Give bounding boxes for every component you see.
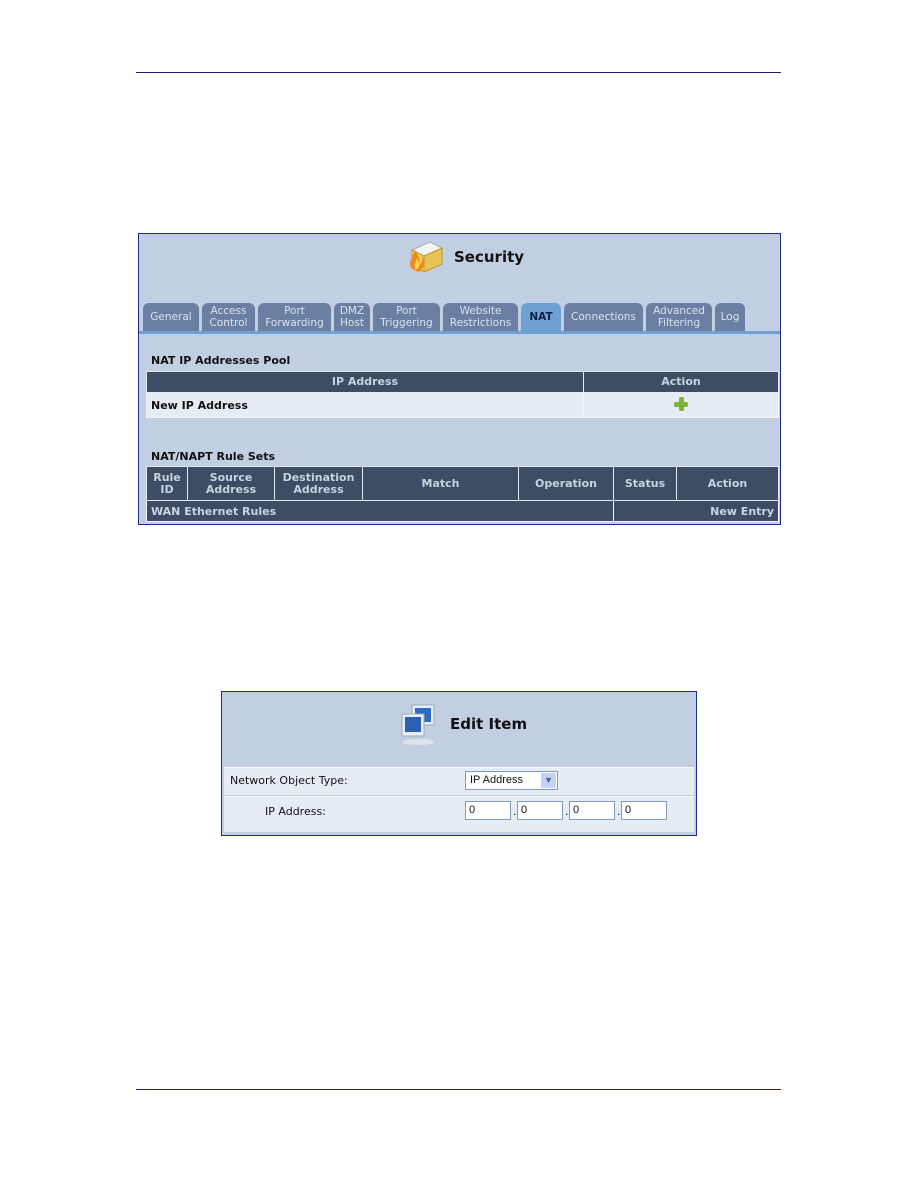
tab-general[interactable]: General [143,303,199,331]
network-object-type-label: Network Object Type: [230,774,348,787]
table-row: New IP Address [146,392,779,418]
chevron-down-icon[interactable]: ▼ [541,773,556,788]
ip-octet-2-input[interactable]: 0 [517,801,563,820]
plus-icon[interactable] [674,396,688,411]
tab-port-forwarding[interactable]: Port Forwarding [258,303,331,331]
col-source-address: Source Address [187,466,275,501]
security-title: Security [406,238,524,276]
col-action: Action [676,466,779,501]
edit-item-title-text: Edit Item [450,715,528,733]
ip-address-label: IP Address: [265,805,326,818]
network-object-type-select[interactable]: IP Address ▼ [465,771,558,790]
edit-item-title: Edit Item [398,702,527,746]
wan-ethernet-rules-row: WAN Ethernet Rules New Entry [146,500,779,522]
network-computers-icon [398,702,442,746]
tab-dmz-host[interactable]: DMZ Host [334,303,370,331]
col-operation: Operation [518,466,614,501]
col-action: Action [583,371,779,393]
ip-address-row: IP Address: 0 . 0 . 0 . 0 [224,796,694,832]
pool-table: IP Address Action New IP Address [146,371,779,418]
pool-section-title: NAT IP Addresses Pool [151,354,291,367]
tab-bar: General Access Control Port Forwarding D… [143,303,745,331]
tab-access-control[interactable]: Access Control [202,303,255,331]
tab-nat[interactable]: NAT [521,303,561,331]
new-ip-address-label: New IP Address [146,392,584,418]
wan-ethernet-rules-label: WAN Ethernet Rules [146,500,614,522]
ip-separator: . [513,805,517,818]
ip-separator: . [617,805,621,818]
new-entry-link[interactable]: New Entry [613,500,779,522]
select-value: IP Address [470,774,523,786]
tab-port-triggering[interactable]: Port Triggering [373,303,440,331]
network-object-type-row: Network Object Type: IP Address ▼ [224,767,694,795]
header-rule [136,72,781,73]
col-destination-address: Destination Address [274,466,363,501]
ip-octet-3-input[interactable]: 0 [569,801,615,820]
col-ip-address: IP Address [146,371,584,393]
firewall-icon [406,238,446,276]
ip-octet-1-input[interactable]: 0 [465,801,511,820]
col-match: Match [362,466,519,501]
tab-advanced-filtering[interactable]: Advanced Filtering [646,303,712,331]
tab-underline [139,331,780,334]
tab-log[interactable]: Log [715,303,745,331]
rules-section-title: NAT/NAPT Rule Sets [151,450,276,463]
col-status: Status [613,466,677,501]
security-title-text: Security [454,248,525,266]
rules-table: Rule ID Source Address Destination Addre… [146,466,779,522]
tab-website-restrictions[interactable]: Website Restrictions [443,303,518,331]
footer-rule [136,1089,781,1090]
edit-item-panel: Edit Item Network Object Type: IP Addres… [221,691,697,836]
tab-connections[interactable]: Connections [564,303,643,331]
security-panel: Security General Access Control Port For… [138,233,781,525]
col-rule-id: Rule ID [146,466,188,501]
ip-separator: . [565,805,569,818]
ip-octet-4-input[interactable]: 0 [621,801,667,820]
